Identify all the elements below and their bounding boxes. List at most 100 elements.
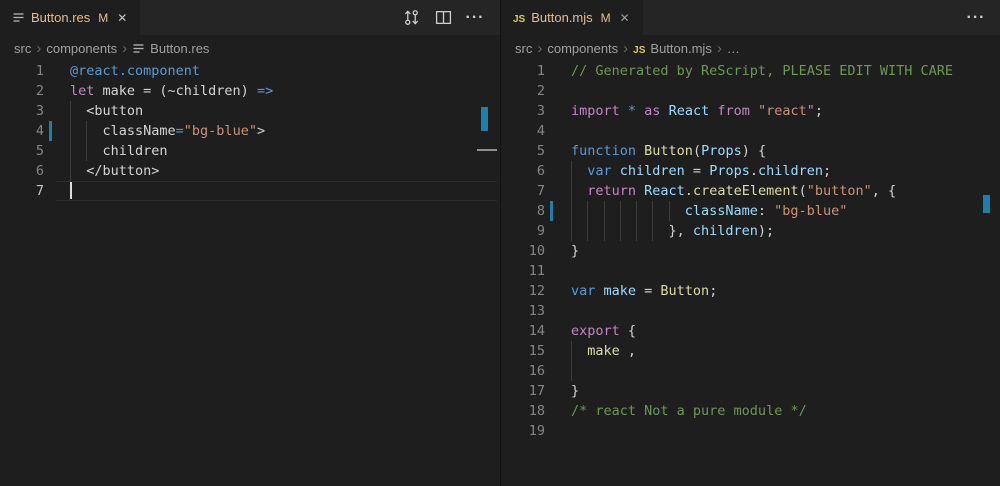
code-line[interactable]: 18/* react Not a pure module */ bbox=[501, 401, 1000, 421]
line-number: 6 bbox=[0, 161, 44, 181]
breadcrumb-label: components bbox=[46, 41, 117, 56]
code-token: ; bbox=[823, 163, 831, 179]
code-token: "button" bbox=[807, 183, 872, 199]
code-line[interactable]: 3import * as React from "react"; bbox=[501, 101, 1000, 121]
breadcrumb-left: src›components›Button.res bbox=[0, 35, 500, 61]
tab-label: Button.mjs bbox=[531, 10, 592, 25]
code-line-content: } bbox=[545, 381, 1000, 401]
code-line-content: children bbox=[44, 141, 500, 161]
breadcrumb-item[interactable]: src bbox=[14, 41, 31, 56]
code-line[interactable]: 19 bbox=[501, 421, 1000, 441]
line-number: 8 bbox=[501, 201, 545, 221]
code-line[interactable]: 4 bbox=[501, 121, 1000, 141]
code-line[interactable]: 6var children = Props.children; bbox=[501, 161, 1000, 181]
code-token: import bbox=[571, 103, 628, 119]
indent-guide bbox=[70, 101, 86, 121]
breadcrumb-item[interactable]: src bbox=[515, 41, 532, 56]
line-number: 6 bbox=[501, 161, 545, 181]
code-token: ) { bbox=[742, 143, 766, 159]
breadcrumb-item[interactable]: … bbox=[727, 41, 740, 56]
file-lines-icon bbox=[12, 11, 25, 24]
code-line[interactable]: 3<button bbox=[0, 101, 500, 121]
code-token: > bbox=[257, 123, 265, 139]
indent-guide bbox=[669, 201, 685, 221]
code-line[interactable]: 15make , bbox=[501, 341, 1000, 361]
indent-guide bbox=[571, 161, 587, 181]
breadcrumb-item[interactable]: components bbox=[46, 41, 117, 56]
more-actions-button[interactable]: ··· bbox=[967, 9, 985, 27]
code-line-content: make , bbox=[545, 341, 1000, 361]
code-line[interactable]: 10} bbox=[501, 241, 1000, 261]
split-editor-button[interactable] bbox=[434, 9, 452, 27]
breadcrumb-item[interactable]: JSButton.mjs bbox=[633, 41, 712, 56]
file-lines-icon bbox=[132, 42, 145, 55]
split-editor-icon bbox=[435, 9, 452, 26]
code-line[interactable]: 12var make = Button; bbox=[501, 281, 1000, 301]
code-token: Props bbox=[709, 163, 750, 179]
code-line[interactable]: 7 bbox=[0, 181, 500, 201]
code-token: , bbox=[620, 343, 636, 359]
code-token: </button> bbox=[86, 163, 159, 179]
code-token: => bbox=[257, 83, 273, 99]
code-line[interactable]: 6 </button> bbox=[0, 161, 500, 181]
code-token: createElement bbox=[693, 183, 799, 199]
code-token: make bbox=[587, 343, 620, 359]
code-token: , { bbox=[872, 183, 896, 199]
breadcrumb-item[interactable]: components bbox=[547, 41, 618, 56]
gutter-modified-indicator bbox=[550, 201, 553, 221]
line-number: 13 bbox=[501, 301, 545, 321]
close-icon[interactable]: ✕ bbox=[617, 10, 633, 26]
code-line[interactable]: 14export { bbox=[501, 321, 1000, 341]
breadcrumb-item[interactable]: Button.res bbox=[132, 41, 209, 56]
js-icon: JS bbox=[513, 10, 525, 25]
code-line[interactable]: 7return React.createElement("button", { bbox=[501, 181, 1000, 201]
code-line[interactable]: 2let make = (~children) => bbox=[0, 81, 500, 101]
code-token: React bbox=[644, 183, 685, 199]
code-token: Button bbox=[644, 143, 693, 159]
line-number: 4 bbox=[0, 121, 44, 141]
line-number: 7 bbox=[0, 181, 44, 201]
code-token: children bbox=[758, 163, 823, 179]
code-line[interactable]: 4className="bg-blue"> bbox=[0, 121, 500, 141]
more-actions-icon: ··· bbox=[967, 9, 986, 27]
open-changes-button[interactable] bbox=[402, 9, 420, 27]
indent-guide bbox=[652, 201, 668, 221]
indent-guide bbox=[70, 161, 86, 181]
code-token: = bbox=[685, 163, 709, 179]
code-line[interactable]: 5function Button(Props) { bbox=[501, 141, 1000, 161]
code-line[interactable]: 16 bbox=[501, 361, 1000, 381]
tab-button-mjs[interactable]: JS Button.mjs M ✕ bbox=[501, 0, 644, 35]
code-line[interactable]: 13 bbox=[501, 301, 1000, 321]
line-number: 16 bbox=[501, 361, 545, 381]
tab-bar-right: JS Button.mjs M ✕ ··· bbox=[501, 0, 1000, 35]
code-line-content: let make = (~children) => bbox=[44, 81, 500, 101]
code-token: function bbox=[571, 143, 644, 159]
code-line[interactable]: 11 bbox=[501, 261, 1000, 281]
indent-guide bbox=[620, 201, 636, 221]
close-icon[interactable]: ✕ bbox=[114, 10, 130, 26]
tab-bar-left: Button.res M ✕ ··· bbox=[0, 0, 500, 35]
js-icon: JS bbox=[513, 10, 525, 25]
code-line[interactable]: 9}, children); bbox=[501, 221, 1000, 241]
code-token: { bbox=[620, 323, 636, 339]
indent-guide bbox=[636, 221, 652, 241]
code-line[interactable]: 17} bbox=[501, 381, 1000, 401]
overview-ruler-modified-marker bbox=[481, 107, 488, 131]
code-token: }, bbox=[669, 223, 693, 239]
editor-pane-left: Button.res M ✕ ··· src›components›Button… bbox=[0, 0, 500, 486]
git-modified-badge: M bbox=[601, 11, 611, 25]
code-line[interactable]: 8className: "bg-blue" bbox=[501, 201, 1000, 221]
code-editor-left[interactable]: 1@react.component2let make = (~children)… bbox=[0, 61, 500, 201]
code-line[interactable]: 5children bbox=[0, 141, 500, 161]
indent-guide bbox=[571, 221, 587, 241]
breadcrumb-separator-icon: › bbox=[618, 41, 633, 56]
line-number: 2 bbox=[501, 81, 545, 101]
tab-button-res[interactable]: Button.res M ✕ bbox=[0, 0, 141, 35]
indent-guide bbox=[652, 221, 668, 241]
code-line[interactable]: 1@react.component bbox=[0, 61, 500, 81]
code-line[interactable]: 2 bbox=[501, 81, 1000, 101]
code-editor-right[interactable]: 1// Generated by ReScript, PLEASE EDIT W… bbox=[501, 61, 1000, 441]
code-line[interactable]: 1// Generated by ReScript, PLEASE EDIT W… bbox=[501, 61, 1000, 81]
code-token: . bbox=[685, 183, 693, 199]
more-actions-button[interactable]: ··· bbox=[466, 9, 484, 27]
